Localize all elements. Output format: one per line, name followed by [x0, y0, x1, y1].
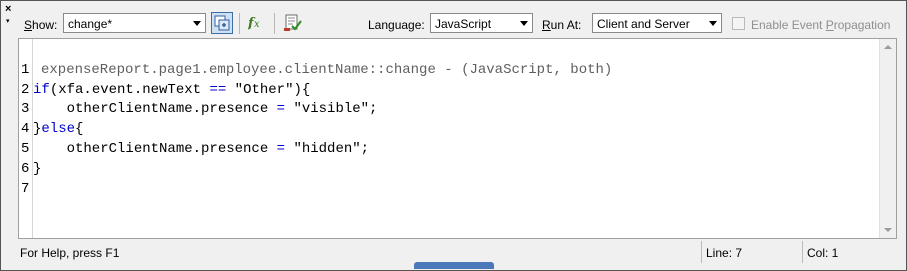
language-dropdown[interactable]: JavaScript [430, 13, 533, 33]
code-text: otherClientName.presence = "visible"; [33, 100, 378, 120]
scroll-down-icon[interactable] [884, 228, 892, 232]
show-event-dropdown[interactable]: change* [63, 13, 206, 33]
run-at-label: Run At: [542, 18, 582, 32]
code-token: "Other"){ [226, 81, 311, 98]
toolbar-separator [239, 13, 240, 34]
line-number: 7 [21, 180, 30, 197]
run-at-value: Client and Server [597, 17, 690, 31]
line-number: 3 [21, 101, 30, 118]
check-script-syntax-icon [284, 14, 302, 31]
operator-token: = [276, 141, 286, 157]
show-event-value: change* [68, 17, 113, 31]
script-editor-window: × ▾ Show: change* f x Language: JavaScri… [0, 0, 907, 271]
line-number: 1 [21, 61, 30, 78]
script-header: expenseReport.page1.employee.clientName:… [41, 61, 613, 78]
chevron-down-icon [520, 21, 528, 26]
code-token: "hidden"; [285, 141, 370, 157]
line-indicator-text: Line: 7 [706, 246, 743, 260]
operator-token: = [276, 101, 286, 118]
events-toggle-button[interactable] [211, 12, 233, 34]
code-text: if(xfa.event.newText == "Other"){ [33, 81, 310, 101]
language-value: JavaScript [435, 17, 492, 31]
svg-text:x: x [254, 19, 260, 30]
events-toggle-icon [214, 15, 230, 31]
language-label: Language: [368, 18, 425, 32]
line-number: 6 [21, 160, 30, 177]
enable-event-propagation-checkbox[interactable] [732, 17, 745, 30]
line-number: 5 [21, 141, 30, 157]
panel-resize-handle[interactable] [414, 262, 494, 269]
keyword-token: if [33, 81, 50, 98]
code-text: }else{ [33, 120, 83, 140]
check-syntax-button[interactable] [282, 12, 304, 34]
enable-event-propagation-label: Enable Event Propagation [751, 18, 891, 32]
column-indicator: Col: 1 [802, 241, 897, 263]
keyword-token: else [41, 121, 76, 138]
functions-button[interactable]: f x [246, 12, 268, 34]
vertical-scrollbar[interactable] [879, 39, 896, 238]
operator-token: == [209, 81, 227, 98]
code-token: otherClientName.presence [33, 141, 277, 157]
script-header-line: expenseReport.page1.employee.clientName:… [19, 41, 612, 78]
status-bar: For Help, press F1 Line: 7 Col: 1 [18, 241, 897, 263]
chevron-down-icon [709, 21, 717, 26]
code-text: } [33, 160, 41, 180]
toolbar-separator [274, 13, 275, 34]
code-token: (xfa.event.newText [49, 81, 210, 98]
code-token: } [33, 160, 42, 177]
scroll-up-icon[interactable] [884, 45, 892, 49]
code-token: { [75, 121, 84, 138]
run-at-dropdown[interactable]: Client and Server [592, 13, 722, 33]
line-number: 4 [21, 121, 30, 138]
line-number: 2 [21, 81, 30, 98]
code-token: otherClientName.presence [33, 101, 277, 118]
code-token: "visible"; [285, 101, 378, 118]
line-indicator: Line: 7 [701, 241, 802, 263]
fx-functions-icon: f x [248, 16, 260, 30]
column-indicator-text: Col: 1 [807, 246, 839, 260]
help-hint: For Help, press F1 [20, 246, 120, 260]
chevron-down-icon [193, 21, 201, 26]
show-label: Show: [24, 18, 58, 32]
script-editor[interactable]: expenseReport.page1.employee.clientName:… [18, 38, 897, 239]
code-text: otherClientName.presence = "hidden"; [33, 140, 369, 160]
script-toolbar: Show: change* f x Language: JavaScript R… [1, 1, 906, 38]
